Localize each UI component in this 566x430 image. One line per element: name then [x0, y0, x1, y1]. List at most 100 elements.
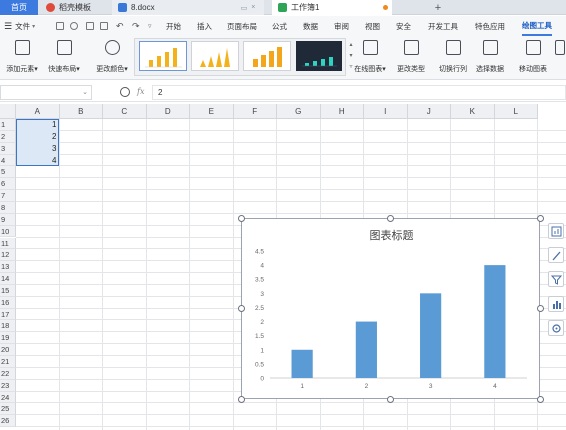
row-header-25[interactable]: 25: [0, 403, 16, 416]
row-header-14[interactable]: 14: [0, 273, 16, 285]
row-header-12[interactable]: 12: [0, 249, 16, 262]
column-header-f[interactable]: F: [233, 104, 277, 119]
row-header-26[interactable]: 26: [0, 415, 16, 428]
row-header-21[interactable]: 21: [0, 356, 16, 368]
menu-insert[interactable]: 插入: [197, 16, 212, 36]
save-icon[interactable]: [56, 22, 64, 30]
name-box[interactable]: ⌄: [0, 85, 92, 100]
redo-icon[interactable]: ↷: [132, 16, 140, 36]
row-header-1[interactable]: 1: [0, 119, 16, 131]
row-header-20[interactable]: 20: [0, 344, 16, 356]
column-header-a[interactable]: A: [16, 104, 60, 119]
chart-settings-button[interactable]: [548, 320, 564, 336]
chart-style-button[interactable]: [548, 247, 564, 263]
resize-handle[interactable]: [536, 214, 544, 222]
cell-a2[interactable]: 2: [16, 131, 60, 143]
tab-document[interactable]: 8.docx ▭ ×: [112, 0, 264, 15]
menu-view[interactable]: 视图: [365, 16, 380, 36]
menu-start[interactable]: 开始: [166, 16, 181, 36]
row-header-2[interactable]: 2: [0, 130, 16, 143]
chart-object[interactable]: 图表标题 0 0.5 1 1.5 2 2.5 3 3.5 4 4.5 1 2 3 4: [241, 218, 540, 399]
print-icon[interactable]: [86, 22, 94, 30]
column-header-j[interactable]: J: [407, 104, 451, 119]
chart-style-1[interactable]: [139, 41, 187, 71]
menu-page-layout[interactable]: 页面布局: [227, 16, 257, 36]
column-header-h[interactable]: H: [320, 104, 364, 119]
chart-style-4[interactable]: [296, 41, 342, 71]
row-header-10[interactable]: 10: [0, 225, 16, 238]
chart-elements-button[interactable]: [548, 223, 564, 239]
menu-data[interactable]: 数据: [303, 16, 318, 36]
file-menu[interactable]: ☰ 文件 ▾: [4, 16, 35, 36]
cell-a4[interactable]: 4: [16, 155, 60, 167]
tab-home[interactable]: 首页: [0, 0, 38, 15]
menu-drawing-tools[interactable]: 绘图工具: [522, 16, 552, 36]
resize-handle[interactable]: [237, 305, 245, 312]
chart-layout-button[interactable]: [548, 296, 564, 312]
row-header-13[interactable]: 13: [0, 261, 16, 274]
column-header-l[interactable]: L: [494, 104, 538, 119]
menu-review[interactable]: 审阅: [334, 16, 349, 36]
row-header-9[interactable]: 9: [0, 213, 16, 226]
column-header-e[interactable]: E: [190, 104, 234, 119]
more-tools-button[interactable]: [554, 40, 566, 58]
menu-developer[interactable]: 开发工具: [428, 16, 458, 36]
row-header-23[interactable]: 23: [0, 379, 16, 392]
quick-layout-button[interactable]: 快速布局▾: [44, 40, 84, 74]
row-header-4[interactable]: 4: [0, 154, 16, 167]
zoom-icon[interactable]: [120, 87, 130, 97]
move-chart-button[interactable]: 移动图表: [515, 40, 551, 74]
row-header-8[interactable]: 8: [0, 201, 16, 214]
print-preview-icon[interactable]: [100, 22, 108, 30]
resize-handle[interactable]: [387, 214, 394, 222]
row-header-19[interactable]: 19: [0, 332, 16, 345]
tab-template[interactable]: 稻壳模板: [40, 0, 110, 15]
select-data-button[interactable]: 选择数据: [472, 40, 508, 74]
resize-handle[interactable]: [536, 395, 544, 403]
cell-a3[interactable]: 3: [16, 143, 60, 155]
row-header-6[interactable]: 6: [0, 178, 16, 191]
row-header-15[interactable]: 15: [0, 284, 16, 297]
screen-icon[interactable]: ▭: [241, 4, 248, 12]
column-header-i[interactable]: I: [364, 104, 408, 119]
select-all-corner[interactable]: [0, 104, 16, 119]
column-header-d[interactable]: D: [146, 104, 190, 119]
column-header-k[interactable]: K: [451, 104, 495, 119]
name-box-chevron-icon[interactable]: ⌄: [82, 88, 88, 96]
online-chart-button[interactable]: 在线图表▾: [350, 40, 390, 74]
formula-input[interactable]: 2: [152, 85, 566, 100]
change-color-button[interactable]: 更改颜色▾: [92, 40, 132, 74]
switch-row-column-button[interactable]: 切换行列: [435, 40, 471, 74]
share-icon[interactable]: [70, 22, 78, 30]
close-tab-icon[interactable]: ×: [251, 4, 255, 11]
cell-a1[interactable]: 1: [16, 119, 60, 131]
undo-icon[interactable]: ↶: [116, 16, 124, 36]
column-header-b[interactable]: B: [59, 104, 103, 119]
row-header-24[interactable]: 24: [0, 391, 16, 404]
chart-filter-button[interactable]: [548, 271, 564, 287]
new-tab-button[interactable]: +: [432, 0, 444, 15]
row-header-5[interactable]: 5: [0, 166, 16, 179]
chart-style-3[interactable]: [243, 41, 291, 71]
row-header-17[interactable]: 17: [0, 308, 16, 321]
row-header-22[interactable]: 22: [0, 367, 16, 380]
tab-workbook[interactable]: 工作簿1: [272, 0, 392, 15]
column-header-c[interactable]: C: [103, 104, 147, 119]
insert-function-icon[interactable]: fx: [137, 87, 144, 96]
menu-formula[interactable]: 公式: [272, 16, 287, 36]
resize-handle[interactable]: [237, 395, 245, 403]
row-header-7[interactable]: 7: [0, 190, 16, 202]
customize-chevron-icon[interactable]: ▿: [148, 16, 152, 36]
resize-handle[interactable]: [536, 305, 544, 312]
menu-security[interactable]: 安全: [396, 16, 411, 36]
row-header-16[interactable]: 16: [0, 296, 16, 309]
row-header-3[interactable]: 3: [0, 142, 16, 155]
chart-style-2[interactable]: [191, 41, 239, 71]
change-type-button[interactable]: 更改类型: [393, 40, 429, 74]
row-header-11[interactable]: 11: [0, 237, 16, 250]
resize-handle[interactable]: [237, 214, 245, 222]
add-element-button[interactable]: 添加元素▾: [2, 40, 42, 74]
row-header-18[interactable]: 18: [0, 320, 16, 333]
resize-handle[interactable]: [387, 395, 394, 403]
column-header-g[interactable]: G: [277, 104, 321, 119]
